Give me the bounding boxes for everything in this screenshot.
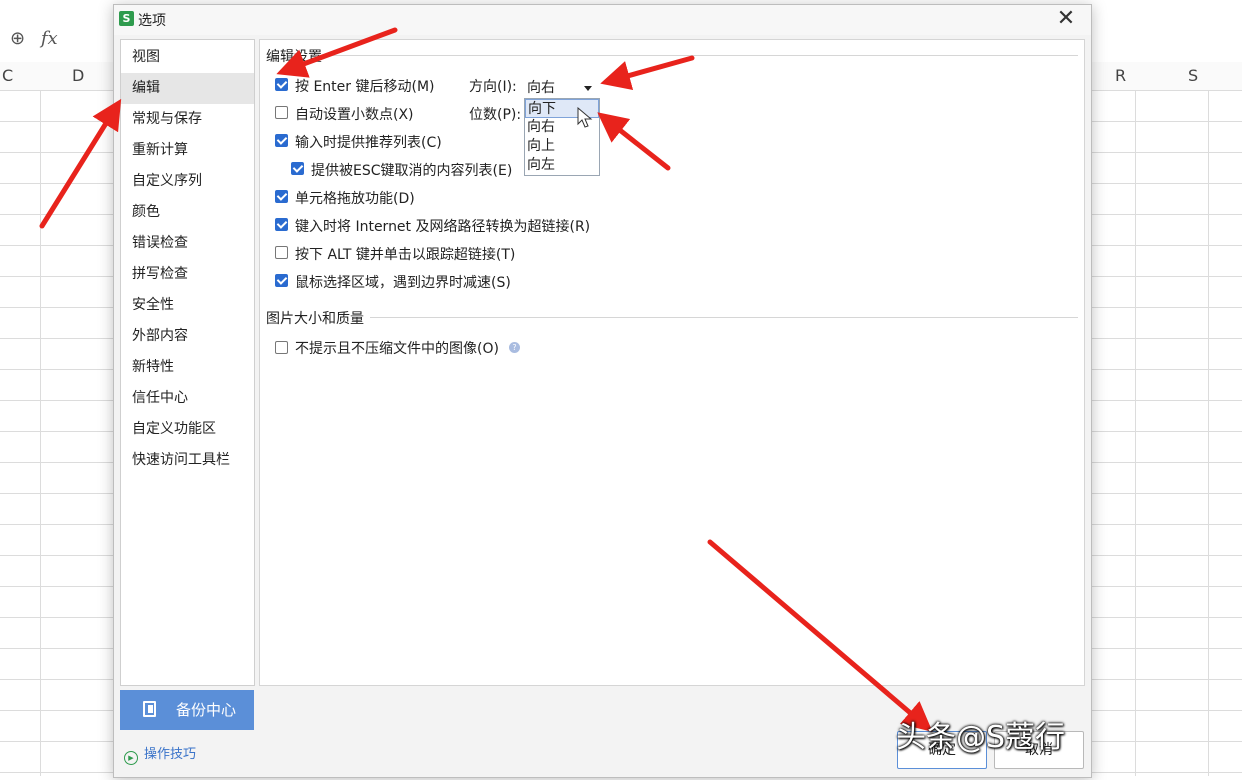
checkbox-alt-click[interactable] bbox=[275, 246, 288, 259]
option-slow-select-label: 鼠标选择区域，遇到边界时减速(S) bbox=[295, 275, 511, 291]
option-drag-drop-label: 单元格拖放功能(D) bbox=[295, 191, 415, 207]
column-header-s[interactable]: S bbox=[1188, 66, 1198, 85]
formula-bar-controls: ⊕ fx bbox=[10, 28, 58, 49]
tips-link[interactable]: ▶ 操作技巧 bbox=[124, 743, 196, 765]
options-sidebar: 视图 编辑 常规与保存 重新计算 自定义序列 颜色 错误检查 拼写检查 安全性 … bbox=[120, 39, 255, 686]
dropdown-option-down[interactable]: 向下 bbox=[525, 99, 599, 118]
settings-panel: 编辑设置 按 Enter 键后移动(M) 自动设置小数点(X) 输入时提供推荐列… bbox=[259, 39, 1085, 686]
play-icon: ▶ bbox=[124, 751, 138, 765]
sidebar-item-new-features[interactable]: 新特性 bbox=[121, 352, 254, 383]
column-header-r[interactable]: R bbox=[1115, 66, 1126, 85]
direction-select[interactable]: 向右 bbox=[523, 76, 599, 98]
checkbox-drag-drop[interactable] bbox=[275, 190, 288, 203]
checkbox-slow-select[interactable] bbox=[275, 274, 288, 287]
sidebar-item-custom-lists[interactable]: 自定义序列 bbox=[121, 166, 254, 197]
ok-button[interactable]: 确定 bbox=[897, 731, 987, 769]
option-enter-move-label: 按 Enter 键后移动(M) bbox=[295, 79, 435, 95]
sidebar-item-quick-access-toolbar[interactable]: 快速访问工具栏 bbox=[121, 445, 254, 476]
sidebar-item-trust-center[interactable]: 信任中心 bbox=[121, 383, 254, 414]
checkbox-auto-decimal[interactable] bbox=[275, 106, 288, 119]
dialog-title: 选项 bbox=[138, 13, 166, 29]
checkbox-esc-list[interactable] bbox=[291, 162, 304, 175]
edit-settings-title: 编辑设置 bbox=[266, 46, 328, 66]
direction-dropdown: 向下 向右 向上 向左 bbox=[524, 98, 600, 176]
column-header-d[interactable]: D bbox=[72, 66, 84, 85]
sidebar-item-color[interactable]: 颜色 bbox=[121, 197, 254, 228]
sidebar-item-spell-check[interactable]: 拼写检查 bbox=[121, 259, 254, 290]
sidebar-item-security[interactable]: 安全性 bbox=[121, 290, 254, 321]
dropdown-option-right[interactable]: 向右 bbox=[525, 118, 599, 137]
sidebar-item-error-check[interactable]: 错误检查 bbox=[121, 228, 254, 259]
image-settings-title: 图片大小和质量 bbox=[266, 308, 370, 328]
option-autocomplete-label: 输入时提供推荐列表(C) bbox=[295, 135, 442, 151]
options-dialog: S 选项 ✕ 视图 编辑 常规与保存 重新计算 自定义序列 颜色 错误检查 拼写… bbox=[113, 4, 1092, 778]
option-alt-click-label: 按下 ALT 键并单击以跟踪超链接(T) bbox=[295, 247, 516, 263]
checkbox-enter-move[interactable] bbox=[275, 78, 288, 91]
chevron-down-icon bbox=[584, 86, 592, 91]
backup-icon bbox=[143, 701, 156, 717]
checkbox-hyperlink[interactable] bbox=[275, 218, 288, 231]
zoom-icon[interactable]: ⊕ bbox=[10, 28, 25, 49]
checkbox-autocomplete[interactable] bbox=[275, 134, 288, 147]
section-divider bbox=[266, 55, 1078, 56]
direction-select-value: 向右 bbox=[527, 80, 555, 96]
option-esc-list-label: 提供被ESC键取消的内容列表(E) bbox=[311, 163, 513, 179]
sidebar-item-view[interactable]: 视图 bbox=[121, 42, 254, 73]
dropdown-option-left[interactable]: 向左 bbox=[525, 156, 599, 175]
option-hyperlink-label: 键入时将 Internet 及网络路径转换为超链接(R) bbox=[295, 219, 591, 235]
sidebar-item-general-save[interactable]: 常规与保存 bbox=[121, 104, 254, 135]
sidebar-item-recalculate[interactable]: 重新计算 bbox=[121, 135, 254, 166]
sidebar-item-edit[interactable]: 编辑 bbox=[121, 73, 254, 104]
checkbox-no-compress[interactable] bbox=[275, 341, 288, 354]
fx-icon[interactable]: fx bbox=[41, 28, 58, 49]
section-divider bbox=[266, 317, 1078, 318]
digits-label: 位数(P): bbox=[469, 107, 522, 123]
dialog-titlebar[interactable]: S 选项 ✕ bbox=[114, 5, 1091, 35]
sidebar-item-customize-ribbon[interactable]: 自定义功能区 bbox=[121, 414, 254, 445]
direction-label: 方向(I): bbox=[469, 79, 517, 95]
cancel-button[interactable]: 取消 bbox=[994, 731, 1084, 769]
help-icon[interactable]: ? bbox=[509, 342, 520, 353]
backup-center-label: 备份中心 bbox=[176, 701, 237, 719]
option-no-compress-label: 不提示且不压缩文件中的图像(O) bbox=[295, 341, 499, 357]
tips-label: 操作技巧 bbox=[144, 747, 197, 762]
app-logo-icon: S bbox=[119, 11, 134, 26]
sidebar-item-external-content[interactable]: 外部内容 bbox=[121, 321, 254, 352]
close-icon[interactable]: ✕ bbox=[1053, 7, 1079, 33]
backup-center-button[interactable]: 备份中心 bbox=[120, 690, 254, 730]
column-header-c[interactable]: C bbox=[2, 66, 13, 85]
option-auto-decimal-label: 自动设置小数点(X) bbox=[295, 107, 414, 123]
dropdown-option-up[interactable]: 向上 bbox=[525, 137, 599, 156]
